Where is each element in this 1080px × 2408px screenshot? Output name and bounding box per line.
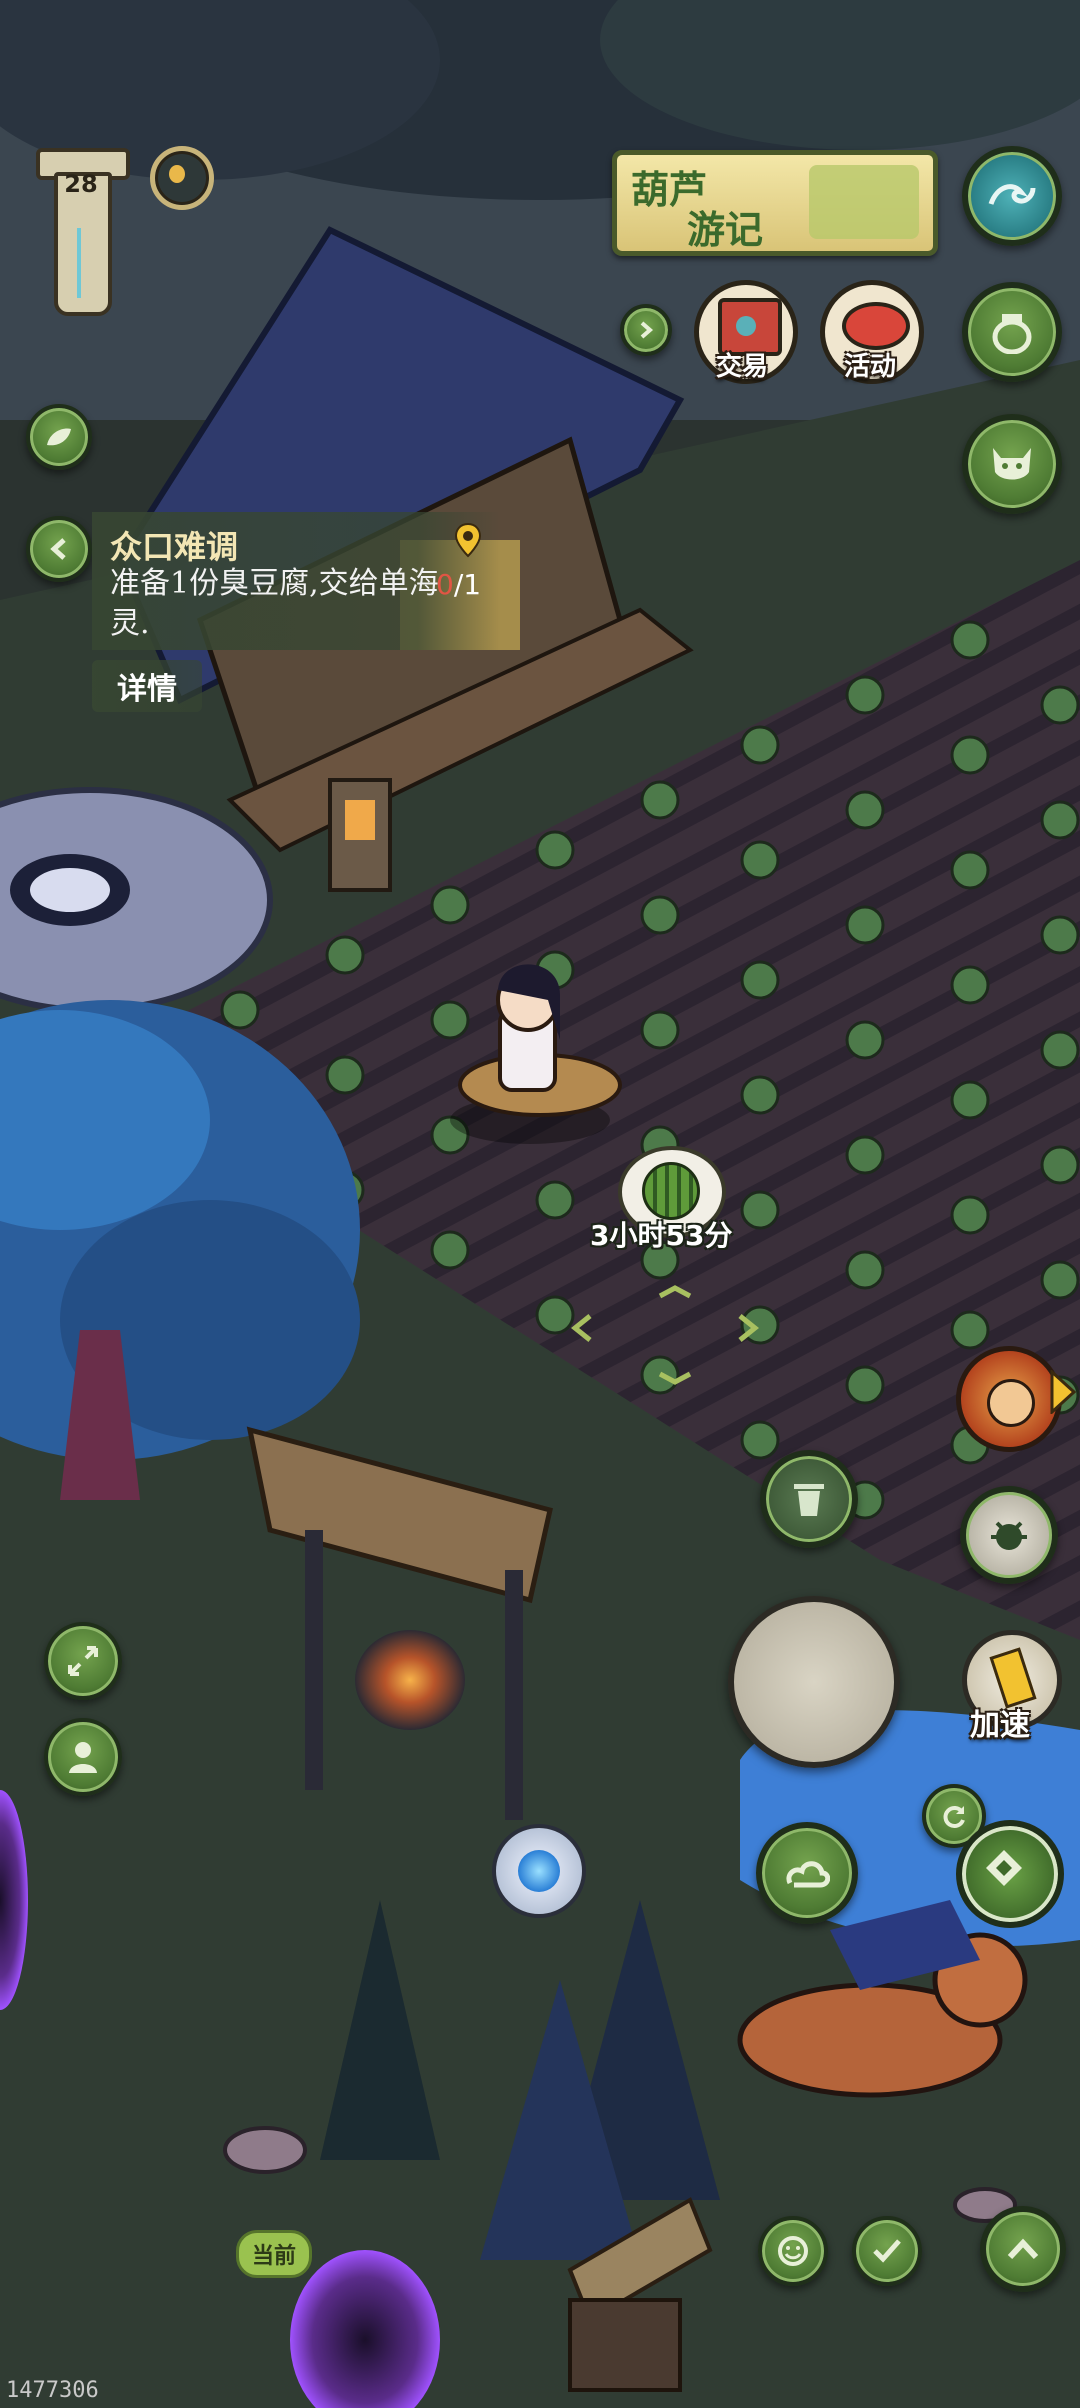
quest-progress-total: /1 [453,568,482,601]
collapse-quest-button[interactable] [26,516,92,582]
speedup-label: 加速 [970,1708,1030,1743]
checkin-button[interactable] [852,2216,922,2286]
quest-progress-current: 0 [436,568,454,601]
companion-avatar-button[interactable] [956,1346,1062,1452]
chevron-left-icon [50,538,66,560]
chevron-up-icon [1007,2238,1039,2260]
quest-details-button[interactable]: 详情 [92,660,202,712]
activity-button[interactable]: 活动 [820,280,924,384]
jar-icon [992,314,1032,354]
location-pin-icon[interactable] [454,522,482,558]
player-level: 28 [64,170,98,198]
wave-button[interactable] [962,146,1062,246]
trash-button[interactable] [760,1450,858,1548]
expand-arrows-icon [68,1646,98,1676]
wave-icon [988,184,1036,205]
blue-orb-icon [518,1850,560,1892]
jar-button[interactable] [962,282,1062,382]
quest-panel[interactable]: 众口难调 准备1份臭豆腐,交给单海灵. 0/1 [92,512,500,650]
diamond-compass-icon [986,1850,1022,1886]
horned-monster-icon [993,448,1031,480]
banner-title-line2: 游记 [687,207,764,252]
gourd-vine-icon [809,165,919,239]
quest-description: 准备1份臭豆腐,交给单海灵. [110,566,439,641]
build-id: 1477306 [6,2378,99,2403]
trade-label: 交易 [716,352,769,382]
portal-orb-button[interactable] [492,1824,586,1918]
leaf-icon [47,428,71,446]
leaf-button[interactable] [26,404,92,470]
currency-icon[interactable] [150,146,214,210]
character-button[interactable] [44,1718,122,1796]
person-icon [69,1742,97,1773]
current-location-tag: 当前 [236,2230,312,2278]
activity-label: 活动 [844,352,897,382]
trade-button[interactable]: 交易 [694,280,798,384]
emote-button[interactable] [758,2216,828,2286]
watermelon-icon [642,1162,700,1220]
quest-progress: 0/1 [436,568,481,601]
smiley-icon [778,2236,808,2266]
virtual-joystick[interactable] [728,1596,900,1768]
brush-check-icon [873,2239,901,2263]
chevron-right-icon [640,321,654,339]
level-totem[interactable]: 28 [36,148,130,318]
pest-button[interactable] [960,1486,1058,1584]
fullscreen-button[interactable] [44,1622,122,1700]
refresh-icon [943,1806,965,1828]
triangle-right-icon[interactable] [1050,1370,1076,1414]
compass-button[interactable] [956,1820,1064,1928]
cloud-swirl-icon [786,1861,830,1888]
weather-button[interactable] [756,1822,858,1924]
quest-title: 众口难调 [110,528,239,566]
stone-lantern [328,778,392,892]
trash-icon [794,1484,824,1516]
expand-arrow-button[interactable] [620,304,672,356]
monster-button[interactable] [962,414,1062,514]
expand-menu-button[interactable] [980,2206,1066,2292]
drum-icon [842,302,910,350]
gourd-journey-banner[interactable]: 葫芦 游记 [612,150,938,256]
crop-timer: 3小时53分 [590,1219,733,1252]
bug-icon [991,1521,1027,1550]
